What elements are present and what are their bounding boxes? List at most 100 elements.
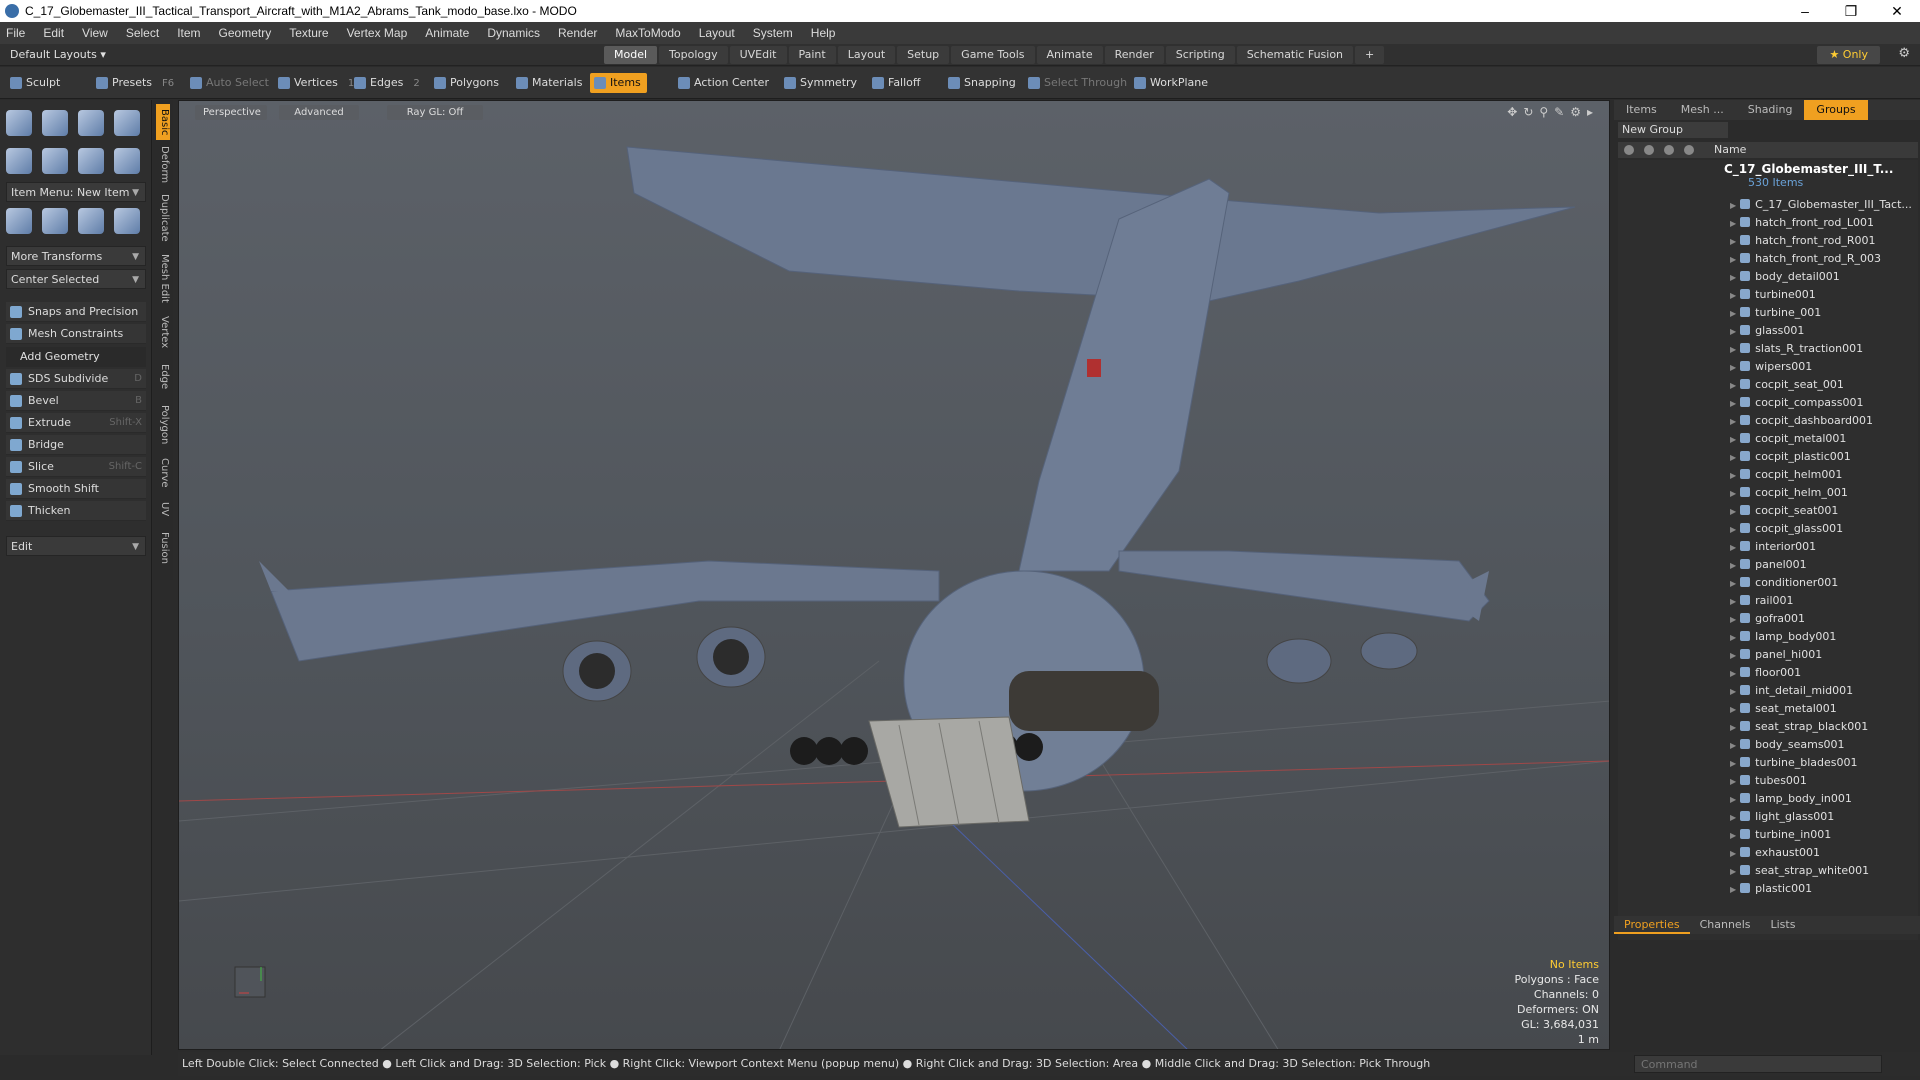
- scale-icon[interactable]: [78, 208, 104, 234]
- list-item[interactable]: ▶ seat_strap_black001: [1730, 718, 1868, 736]
- workplane-button[interactable]: WorkPlane: [1130, 73, 1214, 93]
- tab-lists[interactable]: Lists: [1761, 916, 1806, 934]
- text-icon[interactable]: [114, 148, 140, 174]
- move-icon[interactable]: [6, 208, 32, 234]
- list-item[interactable]: ▶ cocpit_glass001: [1730, 520, 1843, 538]
- rotate-icon[interactable]: [42, 208, 68, 234]
- polygons-button[interactable]: Polygons: [430, 73, 505, 93]
- expand-icon[interactable]: ▶: [1730, 777, 1736, 786]
- list-item[interactable]: ▶ C_17_Globemaster_III_Tact...: [1730, 196, 1912, 214]
- tab-scripting[interactable]: Scripting: [1165, 46, 1235, 64]
- list-item[interactable]: ▶ glass001: [1730, 322, 1804, 340]
- materials-button[interactable]: Materials: [512, 73, 588, 93]
- presets-button[interactable]: Presets F6: [92, 73, 180, 93]
- expand-icon[interactable]: ▶: [1730, 705, 1736, 714]
- snapping-button[interactable]: Snapping: [944, 73, 1022, 93]
- tab-topology[interactable]: Topology: [659, 46, 728, 64]
- tab-layout[interactable]: Layout: [837, 46, 896, 64]
- expand-icon[interactable]: ▶: [1730, 813, 1736, 822]
- menu-geometry[interactable]: Geometry: [219, 26, 272, 40]
- list-item[interactable]: ▶ hatch_front_rod_R001: [1730, 232, 1876, 250]
- menu-help[interactable]: Help: [811, 26, 836, 40]
- expand-icon[interactable]: ▶: [1730, 273, 1736, 282]
- expand-icon[interactable]: ▶: [1730, 525, 1736, 534]
- expand-icon[interactable]: ▶: [1730, 687, 1736, 696]
- list-item[interactable]: ▶ light_glass001: [1730, 808, 1834, 826]
- restore-icon[interactable]: ❐: [1828, 3, 1874, 20]
- list-item[interactable]: ▶ cocpit_metal001: [1730, 430, 1846, 448]
- list-item[interactable]: ▶ cocpit_helm_001: [1730, 484, 1848, 502]
- list-item[interactable]: ▶ interior001: [1730, 538, 1816, 556]
- cylinder-icon[interactable]: [78, 110, 104, 136]
- vtab-polygon[interactable]: Polygon: [156, 402, 170, 448]
- item-menu-dropdown[interactable]: Item Menu: New Item ▼: [6, 182, 146, 202]
- list-item[interactable]: ▶ cocpit_seat001: [1730, 502, 1838, 520]
- expand-icon[interactable]: ▶: [1730, 309, 1736, 318]
- list-item[interactable]: ▶ lamp_body_in001: [1730, 790, 1852, 808]
- expand-icon[interactable]: ▶: [1730, 291, 1736, 300]
- action-center-button[interactable]: Action Center: [674, 73, 775, 93]
- list-item[interactable]: ▶ conditioner001: [1730, 574, 1838, 592]
- list-item[interactable]: ▶ plastic001: [1730, 880, 1812, 898]
- menu-dynamics[interactable]: Dynamics: [487, 26, 540, 40]
- tab-shading[interactable]: Shading: [1736, 100, 1805, 120]
- 3d-viewport[interactable]: Perspective Advanced Ray GL: Off ✥↻⚲✎⚙▸: [178, 100, 1610, 1050]
- list-item[interactable]: ▶ lamp_body001: [1730, 628, 1836, 646]
- expand-icon[interactable]: ▶: [1730, 507, 1736, 516]
- menu-edit[interactable]: Edit: [43, 26, 64, 40]
- torus-icon[interactable]: [6, 148, 32, 174]
- add-tab-button[interactable]: +: [1355, 46, 1385, 64]
- expand-icon[interactable]: ▶: [1730, 633, 1736, 642]
- list-item[interactable]: ▶ floor001: [1730, 664, 1801, 682]
- close-icon[interactable]: ✕: [1874, 3, 1920, 20]
- menu-select[interactable]: Select: [126, 26, 159, 40]
- list-item[interactable]: ▶ gofra001: [1730, 610, 1805, 628]
- pen-icon[interactable]: [78, 148, 104, 174]
- transform-icon[interactable]: [114, 208, 140, 234]
- expand-icon[interactable]: ▶: [1730, 561, 1736, 570]
- tab-items[interactable]: Items: [1614, 100, 1669, 120]
- menu-texture[interactable]: Texture: [289, 26, 328, 40]
- edit-dropdown[interactable]: Edit ▼: [6, 536, 146, 556]
- tool-smooth-shift[interactable]: Smooth Shift: [6, 479, 146, 499]
- expand-icon[interactable]: ▶: [1730, 597, 1736, 606]
- list-item[interactable]: ▶ int_detail_mid001: [1730, 682, 1853, 700]
- expand-icon[interactable]: ▶: [1730, 741, 1736, 750]
- tab-mesh[interactable]: Mesh ...: [1669, 100, 1736, 120]
- tab-paint[interactable]: Paint: [788, 46, 836, 64]
- menu-item[interactable]: Item: [177, 26, 200, 40]
- expand-icon[interactable]: ▶: [1730, 759, 1736, 768]
- tool-thicken[interactable]: Thicken: [6, 501, 146, 521]
- capsule-icon[interactable]: [42, 148, 68, 174]
- render-icon[interactable]: [1664, 145, 1674, 155]
- list-item[interactable]: ▶ cocpit_compass001: [1730, 394, 1864, 412]
- list-item[interactable]: ▶ cocpit_plastic001: [1730, 448, 1851, 466]
- tab-render[interactable]: Render: [1104, 46, 1164, 64]
- expand-icon[interactable]: ▶: [1730, 543, 1736, 552]
- eye-icon[interactable]: [1624, 145, 1634, 155]
- tool-sds-subdivide[interactable]: SDS Subdivide D: [6, 369, 146, 389]
- tab-uvedit[interactable]: UVEdit: [729, 46, 787, 64]
- lock-icon[interactable]: [1644, 145, 1654, 155]
- vtab-edge[interactable]: Edge: [156, 360, 170, 394]
- expand-icon[interactable]: ▶: [1730, 399, 1736, 408]
- menu-file[interactable]: File: [6, 26, 25, 40]
- expand-icon[interactable]: ▶: [1730, 615, 1736, 624]
- list-item[interactable]: ▶ slats_R_traction001: [1730, 340, 1863, 358]
- list-item[interactable]: ▶ panel001: [1730, 556, 1807, 574]
- menu-system[interactable]: System: [753, 26, 793, 40]
- cone-icon[interactable]: [114, 110, 140, 136]
- vtab-fusion[interactable]: Fusion: [156, 528, 170, 568]
- vtab-basic[interactable]: Basic: [156, 104, 170, 140]
- expand-icon[interactable]: ▶: [1730, 795, 1736, 804]
- list-item[interactable]: ▶ cocpit_seat_001: [1730, 376, 1844, 394]
- group-root[interactable]: C_17_Globemaster_III_T...: [1724, 162, 1893, 176]
- list-item[interactable]: ▶ cocpit_helm001: [1730, 466, 1842, 484]
- expand-icon[interactable]: ▶: [1730, 471, 1736, 480]
- mesh-constraints-button[interactable]: Mesh Constraints: [6, 324, 146, 344]
- list-item[interactable]: ▶ seat_strap_white001: [1730, 862, 1869, 880]
- new-group-button[interactable]: New Group: [1618, 122, 1728, 138]
- edges-button[interactable]: Edges 2: [350, 73, 426, 93]
- vtab-duplicate[interactable]: Duplicate: [156, 192, 170, 244]
- list-item[interactable]: ▶ hatch_front_rod_R_003: [1730, 250, 1881, 268]
